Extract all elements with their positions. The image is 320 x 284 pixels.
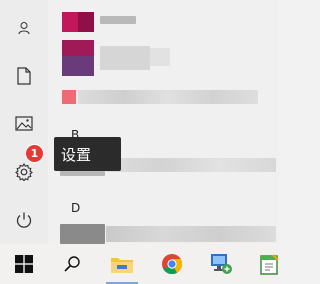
list-item[interactable] — [56, 88, 279, 108]
app-icon — [62, 12, 94, 32]
start-menu: B D 设置 1 — [0, 0, 279, 244]
chrome-icon — [162, 254, 183, 275]
app-name-blurred — [60, 224, 105, 244]
search-icon — [64, 256, 80, 272]
notepad-app-icon — [260, 254, 279, 275]
list-item[interactable] — [56, 40, 279, 76]
app-name-blurred — [150, 48, 170, 66]
search-button[interactable] — [50, 244, 94, 284]
tooltip-text: 设置 — [61, 145, 92, 164]
app-name-blurred — [106, 226, 276, 242]
section-header-d[interactable]: D — [71, 201, 80, 215]
documents-icon — [17, 67, 31, 85]
network-app-icon — [211, 254, 232, 274]
pictures-button[interactable] — [0, 101, 48, 145]
start-button[interactable] — [2, 244, 46, 284]
windows-start-icon — [15, 255, 33, 273]
notification-badge: 1 — [25, 144, 44, 163]
documents-button[interactable] — [0, 54, 48, 98]
settings-tooltip: 设置 — [54, 137, 121, 171]
user-button[interactable] — [0, 6, 48, 50]
list-item[interactable] — [56, 222, 279, 244]
power-button[interactable] — [0, 198, 48, 242]
power-icon — [16, 212, 32, 228]
list-item[interactable] — [56, 8, 279, 34]
notepad-app-button[interactable] — [248, 244, 292, 284]
chrome-button[interactable] — [150, 244, 194, 284]
file-explorer-button[interactable] — [100, 244, 144, 284]
file-explorer-icon — [111, 258, 133, 273]
user-icon — [18, 22, 30, 35]
app-icon — [62, 90, 76, 104]
app-name-blurred — [78, 90, 258, 104]
app-name-blurred — [106, 158, 276, 172]
app-list: B D — [56, 0, 279, 244]
taskbar — [0, 244, 279, 284]
app-name-blurred — [100, 16, 136, 24]
start-rail — [0, 0, 48, 244]
pictures-icon — [15, 115, 33, 131]
app-icon — [62, 40, 94, 76]
settings-icon — [15, 163, 33, 181]
network-app-button[interactable] — [199, 244, 243, 284]
app-name-blurred — [100, 46, 150, 70]
